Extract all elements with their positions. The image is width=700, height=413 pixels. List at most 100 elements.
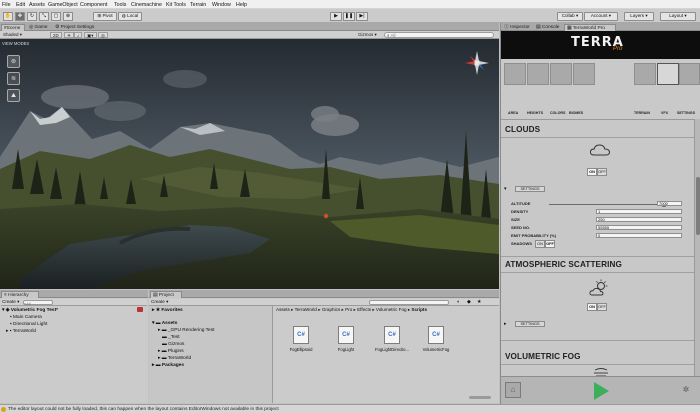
effects-toggle-icon[interactable]: ▣▾ bbox=[84, 31, 97, 38]
shadows-off-button[interactable]: OFF bbox=[545, 240, 555, 248]
crumb-terraworld[interactable]: TerraWorld bbox=[295, 307, 317, 312]
layout-dropdown[interactable]: Layout ▾ bbox=[660, 12, 696, 21]
local-toggle[interactable]: ◍ Local bbox=[118, 12, 142, 21]
hierarchy-create-dropdown[interactable]: Create ▾ bbox=[2, 299, 19, 305]
scene-search-input[interactable]: ⌕ All bbox=[384, 31, 494, 38]
file-fog-light[interactable]: C# FogLight bbox=[331, 326, 361, 352]
menu-tools[interactable]: Tools bbox=[114, 2, 126, 8]
folder-terraworld[interactable]: ▸ ▬ TerraWorld bbox=[158, 356, 191, 361]
vfx-category-icon[interactable] bbox=[657, 63, 679, 85]
clouds-off-button[interactable]: OFF bbox=[597, 168, 607, 176]
atmo-on-off-toggle[interactable]: ON OFF bbox=[587, 303, 607, 311]
favorites-row[interactable]: ▸ ★ Favorites bbox=[152, 308, 183, 313]
biomes-category-icon[interactable] bbox=[573, 63, 595, 85]
project-create-dropdown[interactable]: Create ▾ bbox=[151, 299, 168, 305]
shadows-on-off-toggle[interactable]: ON OFF bbox=[535, 240, 555, 248]
view-mode-terrain-icon[interactable]: ⛰ bbox=[7, 89, 20, 102]
atmo-on-button[interactable]: ON bbox=[587, 303, 597, 311]
clouds-settings-button[interactable]: SETTINGS bbox=[515, 186, 545, 192]
hand-tool-icon[interactable]: ✋ bbox=[3, 12, 13, 21]
atmo-settings-button[interactable]: SETTINGS bbox=[515, 321, 545, 327]
tab-project-settings[interactable]: ⚙ Project Settings bbox=[53, 24, 108, 31]
emit-probability-input[interactable]: 0 bbox=[596, 232, 682, 238]
heights-category-icon[interactable] bbox=[527, 63, 549, 85]
clouds-on-button[interactable]: ON bbox=[587, 168, 597, 176]
tab-scene[interactable]: #Scene bbox=[1, 24, 25, 31]
assets-row[interactable]: ▾ ▬ Assets bbox=[152, 321, 177, 326]
scene-menu-icon[interactable] bbox=[137, 307, 143, 312]
play-button-icon[interactable]: ▶ bbox=[330, 12, 342, 21]
transform-tool-icon[interactable]: ⊕ bbox=[63, 12, 73, 21]
tab-inspector[interactable]: ⓘ Inspector bbox=[502, 24, 532, 31]
settings-category-icon[interactable] bbox=[679, 63, 700, 85]
colors-category-icon[interactable] bbox=[550, 63, 572, 85]
atmo-off-button[interactable]: OFF bbox=[597, 303, 607, 311]
menu-window[interactable]: Window bbox=[212, 2, 231, 8]
terraworld-bug-icon[interactable]: ✲ bbox=[679, 383, 693, 397]
pause-button-icon[interactable]: ❚❚ bbox=[343, 12, 355, 21]
altitude-slider-track[interactable] bbox=[549, 203, 673, 205]
clouds-foldout-icon[interactable]: ▾ bbox=[504, 186, 507, 192]
status-message[interactable]: The editor layout could not be fully loa… bbox=[8, 407, 279, 412]
area-category-icon[interactable] bbox=[504, 63, 526, 85]
file-volumetric-fog[interactable]: C# VolumetricFog bbox=[421, 326, 451, 352]
move-tool-icon[interactable]: ✥ bbox=[15, 12, 25, 21]
filter-by-label-icon[interactable]: ◆ bbox=[467, 299, 471, 305]
shading-dropdown[interactable]: Shaded ▾ bbox=[1, 32, 49, 39]
menu-cinemachine[interactable]: Cinemachine bbox=[131, 2, 162, 8]
lighting-toggle-icon[interactable]: ☀ bbox=[64, 31, 75, 38]
filter-by-type-icon[interactable]: ◐ bbox=[457, 299, 460, 305]
hierarchy-item-directional-light[interactable]: ▪ Directional Light bbox=[10, 322, 47, 327]
tab-terraworld-pro[interactable]: ▦ TerraWorld Pro bbox=[564, 24, 616, 31]
hierarchy-item-terraworld[interactable]: ▸ ▪ TerraWorld bbox=[6, 329, 36, 334]
terrain-category-icon[interactable] bbox=[634, 63, 656, 85]
menu-terrain[interactable]: Terrain bbox=[190, 2, 206, 8]
view-mode-wind-icon[interactable]: ≋ bbox=[7, 72, 20, 85]
file-fog-light-directional[interactable]: C# FogLightDirectio... bbox=[373, 326, 411, 352]
size-input[interactable]: 250 bbox=[596, 216, 682, 222]
account-dropdown[interactable]: Account ▾ bbox=[584, 12, 618, 21]
scene-orientation-gizmo-icon[interactable] bbox=[463, 49, 491, 77]
hierarchy-scene-row[interactable]: ▾ ◈ Volumetric Fog Test* bbox=[2, 308, 58, 313]
shadows-on-button[interactable]: ON bbox=[535, 240, 545, 248]
atmo-foldout-icon[interactable]: ▸ bbox=[504, 321, 507, 327]
rotate-tool-icon[interactable]: ↻ bbox=[27, 12, 37, 21]
folder-gpu-rendering-test[interactable]: ▸ ▬ _GPU Rendering Test bbox=[158, 328, 214, 333]
pivot-toggle[interactable]: ⊞ Pivot bbox=[93, 12, 117, 21]
packages-row[interactable]: ▸ ▬ Packages bbox=[152, 363, 184, 368]
favorite-star-icon[interactable]: ★ bbox=[477, 299, 481, 305]
rect-tool-icon[interactable]: ▢ bbox=[51, 12, 61, 21]
audio-toggle-icon[interactable]: ♪ bbox=[74, 31, 83, 38]
folder-test[interactable]: ▬ _Test bbox=[162, 335, 180, 340]
inspector-scrollbar-thumb[interactable] bbox=[696, 177, 700, 235]
menu-component[interactable]: Component bbox=[80, 2, 107, 8]
step-button-icon[interactable]: ▶| bbox=[356, 12, 368, 21]
hierarchy-search-input[interactable]: ⌕All bbox=[23, 299, 53, 306]
layers-dropdown[interactable]: Layers ▾ bbox=[624, 12, 654, 21]
inspector-scrollbar[interactable] bbox=[694, 119, 700, 376]
hidden-objects-icon[interactable]: ◎ bbox=[98, 31, 108, 38]
menu-assets[interactable]: Assets bbox=[29, 2, 45, 8]
generate-play-icon[interactable] bbox=[592, 381, 610, 401]
view-mode-normal-icon[interactable]: ⊚ bbox=[7, 55, 20, 68]
menu-gameobject[interactable]: GameObject bbox=[48, 2, 78, 8]
menu-kit-tools[interactable]: Kit Tools bbox=[166, 2, 186, 8]
crumb-volumetric-fog[interactable]: Volumetric Fog bbox=[376, 307, 407, 312]
terraworld-home-icon[interactable]: ⌂ bbox=[505, 382, 521, 398]
altitude-input[interactable]: 7000 bbox=[657, 200, 682, 206]
crumb-assets[interactable]: Assets bbox=[274, 307, 290, 312]
crumb-pro[interactable]: Pro bbox=[345, 307, 352, 312]
tab-project[interactable]: ▤ Project bbox=[150, 291, 182, 298]
project-search-input[interactable] bbox=[369, 299, 449, 305]
crumb-effects[interactable]: Effects bbox=[357, 307, 371, 312]
folder-gizmos[interactable]: ▬ Gizmos bbox=[162, 342, 184, 347]
collab-dropdown[interactable]: Collab ▾ bbox=[557, 12, 583, 21]
menu-file[interactable]: File bbox=[2, 2, 11, 8]
menu-edit[interactable]: Edit bbox=[16, 2, 25, 8]
icon-size-slider[interactable] bbox=[469, 396, 491, 399]
tab-hierarchy[interactable]: ≡ Hierarchy bbox=[1, 291, 39, 298]
gizmos-dropdown[interactable]: Gizmos ▾ bbox=[356, 32, 379, 39]
seed-input[interactable]: 55555 bbox=[596, 224, 682, 230]
scale-tool-icon[interactable]: ⤡ bbox=[39, 12, 49, 21]
crumb-graphics[interactable]: Graphics bbox=[322, 307, 340, 312]
